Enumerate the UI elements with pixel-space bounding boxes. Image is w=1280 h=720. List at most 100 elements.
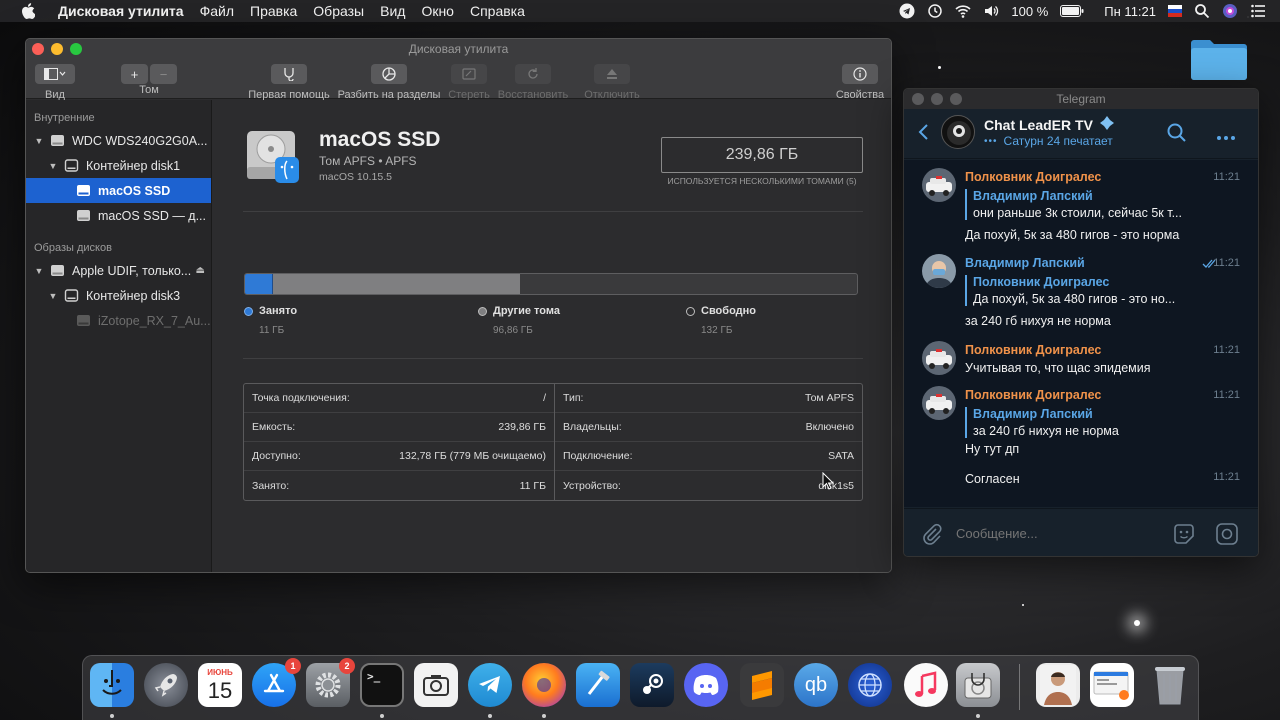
dock-terminal[interactable]: >_ — [360, 663, 404, 707]
back-arrow-icon[interactable] — [918, 123, 930, 144]
dock-disk-utility[interactable] — [956, 663, 1000, 707]
disk-utility-icon — [964, 673, 992, 699]
view-button[interactable] — [35, 64, 75, 84]
wifi-icon[interactable] — [955, 3, 971, 19]
menu-file[interactable]: Файл — [192, 0, 242, 22]
telegram-status-icon[interactable] — [899, 3, 915, 19]
add-volume-button[interactable]: + — [121, 64, 148, 84]
avatar-police-car[interactable] — [922, 168, 956, 202]
dock-telegram[interactable] — [468, 663, 512, 707]
dock-documents-stack[interactable] — [1090, 663, 1134, 707]
info-toolbar-item[interactable]: Свойства — [832, 64, 888, 101]
dock-screenshot[interactable] — [414, 663, 458, 707]
info-value: Включено — [805, 421, 854, 433]
flag-ru-icon[interactable] — [1168, 5, 1182, 17]
dock-app-store[interactable]: 1 — [252, 658, 301, 707]
dock-downloads-stack[interactable] — [1036, 663, 1080, 707]
dock-calendar[interactable]: ИЮНЬ 15 — [198, 663, 242, 707]
first-aid-button[interactable] — [271, 64, 307, 84]
dock-steam[interactable] — [630, 663, 674, 707]
window-title: Дисковая утилита — [408, 42, 509, 56]
menu-images[interactable]: Образы — [305, 0, 372, 22]
dock-trash[interactable] — [1148, 663, 1192, 707]
sender-name[interactable]: Полковник Доигралес — [965, 343, 1101, 357]
dock-music[interactable] — [904, 663, 948, 707]
battery-icon[interactable] — [1060, 5, 1084, 17]
notification-center-icon[interactable] — [1250, 3, 1266, 19]
reply-quote[interactable]: Владимир Лапский они раньше 3к стоили, с… — [965, 189, 1187, 220]
partition-toolbar-item[interactable]: Разбить на разделы — [337, 64, 441, 101]
remove-volume-button[interactable]: − — [150, 64, 177, 84]
chat-title[interactable]: Chat LeadER TV — [984, 115, 1115, 134]
rocket-icon — [154, 674, 177, 697]
message-input[interactable] — [956, 521, 1156, 545]
info-button[interactable] — [842, 64, 878, 84]
sidebar-item-wdc-disk[interactable]: ▼ WDC WDS240G2G0A... — [26, 128, 211, 153]
apple-menu-icon[interactable] — [18, 0, 38, 22]
unmount-button[interactable] — [594, 64, 630, 84]
siri-icon[interactable] — [1222, 3, 1238, 19]
menu-edit[interactable]: Правка — [242, 0, 305, 22]
sidebar-item-container-disk1[interactable]: ▼ Контейнер disk1 — [26, 153, 211, 178]
menu-view[interactable]: Вид — [372, 0, 413, 22]
restore-button[interactable] — [515, 64, 551, 84]
disclosure-triangle-icon[interactable]: ▼ — [34, 136, 44, 146]
dock-sublime-text[interactable] — [740, 663, 784, 707]
sidebar-item-container-disk3[interactable]: ▼ Контейнер disk3 — [26, 283, 211, 308]
first-aid-toolbar-item[interactable]: Первая помощь — [248, 64, 330, 101]
volume-icon[interactable] — [983, 3, 999, 19]
timemachine-icon[interactable] — [927, 3, 943, 19]
sidebar-item-macos-ssd-data[interactable]: macOS SSD — д... — [26, 203, 211, 228]
dock-vpn[interactable] — [848, 663, 892, 707]
message-text: Ну тут дп — [965, 442, 1020, 456]
desktop-folder-icon[interactable] — [1190, 37, 1248, 81]
unmount-toolbar-item[interactable]: Отключить — [582, 64, 642, 101]
volume-icon — [77, 315, 90, 326]
dock-xcode[interactable] — [576, 663, 620, 707]
search-icon[interactable] — [1167, 123, 1187, 146]
info-key: Доступно: — [252, 450, 301, 462]
dock-discord[interactable] — [684, 663, 728, 707]
camera-icon[interactable] — [1215, 522, 1239, 549]
disclosure-triangle-icon[interactable]: ▼ — [34, 266, 44, 276]
more-options-icon[interactable] — [1216, 130, 1236, 144]
restore-toolbar-item[interactable]: Восстановить — [496, 64, 570, 101]
battery-percent[interactable]: 100 % — [1011, 4, 1048, 19]
avatar-police-car[interactable] — [922, 386, 956, 420]
dock-qbittorrent[interactable]: qb — [794, 663, 838, 707]
reply-quote[interactable]: Полковник Доигралес Да похуй, 5к за 480 … — [965, 275, 1187, 306]
reply-quote[interactable]: Владимир Лапский за 240 гб нихуя не норм… — [965, 407, 1187, 438]
sidebar-item-label: Контейнер disk3 — [86, 288, 181, 303]
sidebar-item-label: WDC WDS240G2G0A... — [72, 133, 208, 148]
dock-firefox[interactable] — [522, 663, 566, 707]
avatar-user[interactable] — [922, 254, 956, 288]
eject-icon[interactable]: ⏏ — [196, 265, 205, 276]
erase-button[interactable] — [451, 64, 487, 84]
erase-toolbar-item[interactable]: Стереть — [446, 64, 492, 101]
chat-avatar[interactable] — [941, 115, 975, 149]
clock[interactable]: Пн 11:21 — [1104, 4, 1156, 19]
disclosure-triangle-icon[interactable]: ▼ — [48, 161, 58, 171]
star — [1134, 620, 1140, 626]
dock-system-preferences[interactable]: 2 — [306, 658, 355, 707]
sender-name[interactable]: Полковник Доигралес — [965, 388, 1101, 402]
partition-button[interactable] — [371, 64, 407, 84]
menu-app-name[interactable]: Дисковая утилита — [50, 0, 192, 22]
sticker-icon[interactable] — [1172, 522, 1196, 549]
sender-name[interactable]: Полковник Доигралес — [965, 170, 1101, 184]
avatar-police-car[interactable] — [922, 341, 956, 375]
sidebar-item-apple-udif[interactable]: ▼ Apple UDIF, только... ⏏ — [26, 258, 211, 283]
menu-window[interactable]: Окно — [413, 0, 462, 22]
menu-help[interactable]: Справка — [462, 0, 533, 22]
dock-finder[interactable] — [90, 663, 134, 707]
divider — [243, 211, 863, 212]
paperclip-icon[interactable] — [922, 523, 942, 548]
spotlight-search-icon[interactable] — [1194, 3, 1210, 19]
dock-launchpad[interactable] — [144, 663, 188, 707]
sidebar-item-macos-ssd[interactable]: macOS SSD — [26, 178, 211, 203]
disclosure-triangle-icon[interactable]: ▼ — [48, 291, 58, 301]
sidebar-item-izotope[interactable]: iZotope_RX_7_Au... — [26, 308, 211, 333]
view-toolbar-item[interactable]: Вид — [35, 64, 75, 101]
running-indicator — [380, 714, 384, 718]
sender-name[interactable]: Владимир Лапский — [965, 256, 1085, 270]
